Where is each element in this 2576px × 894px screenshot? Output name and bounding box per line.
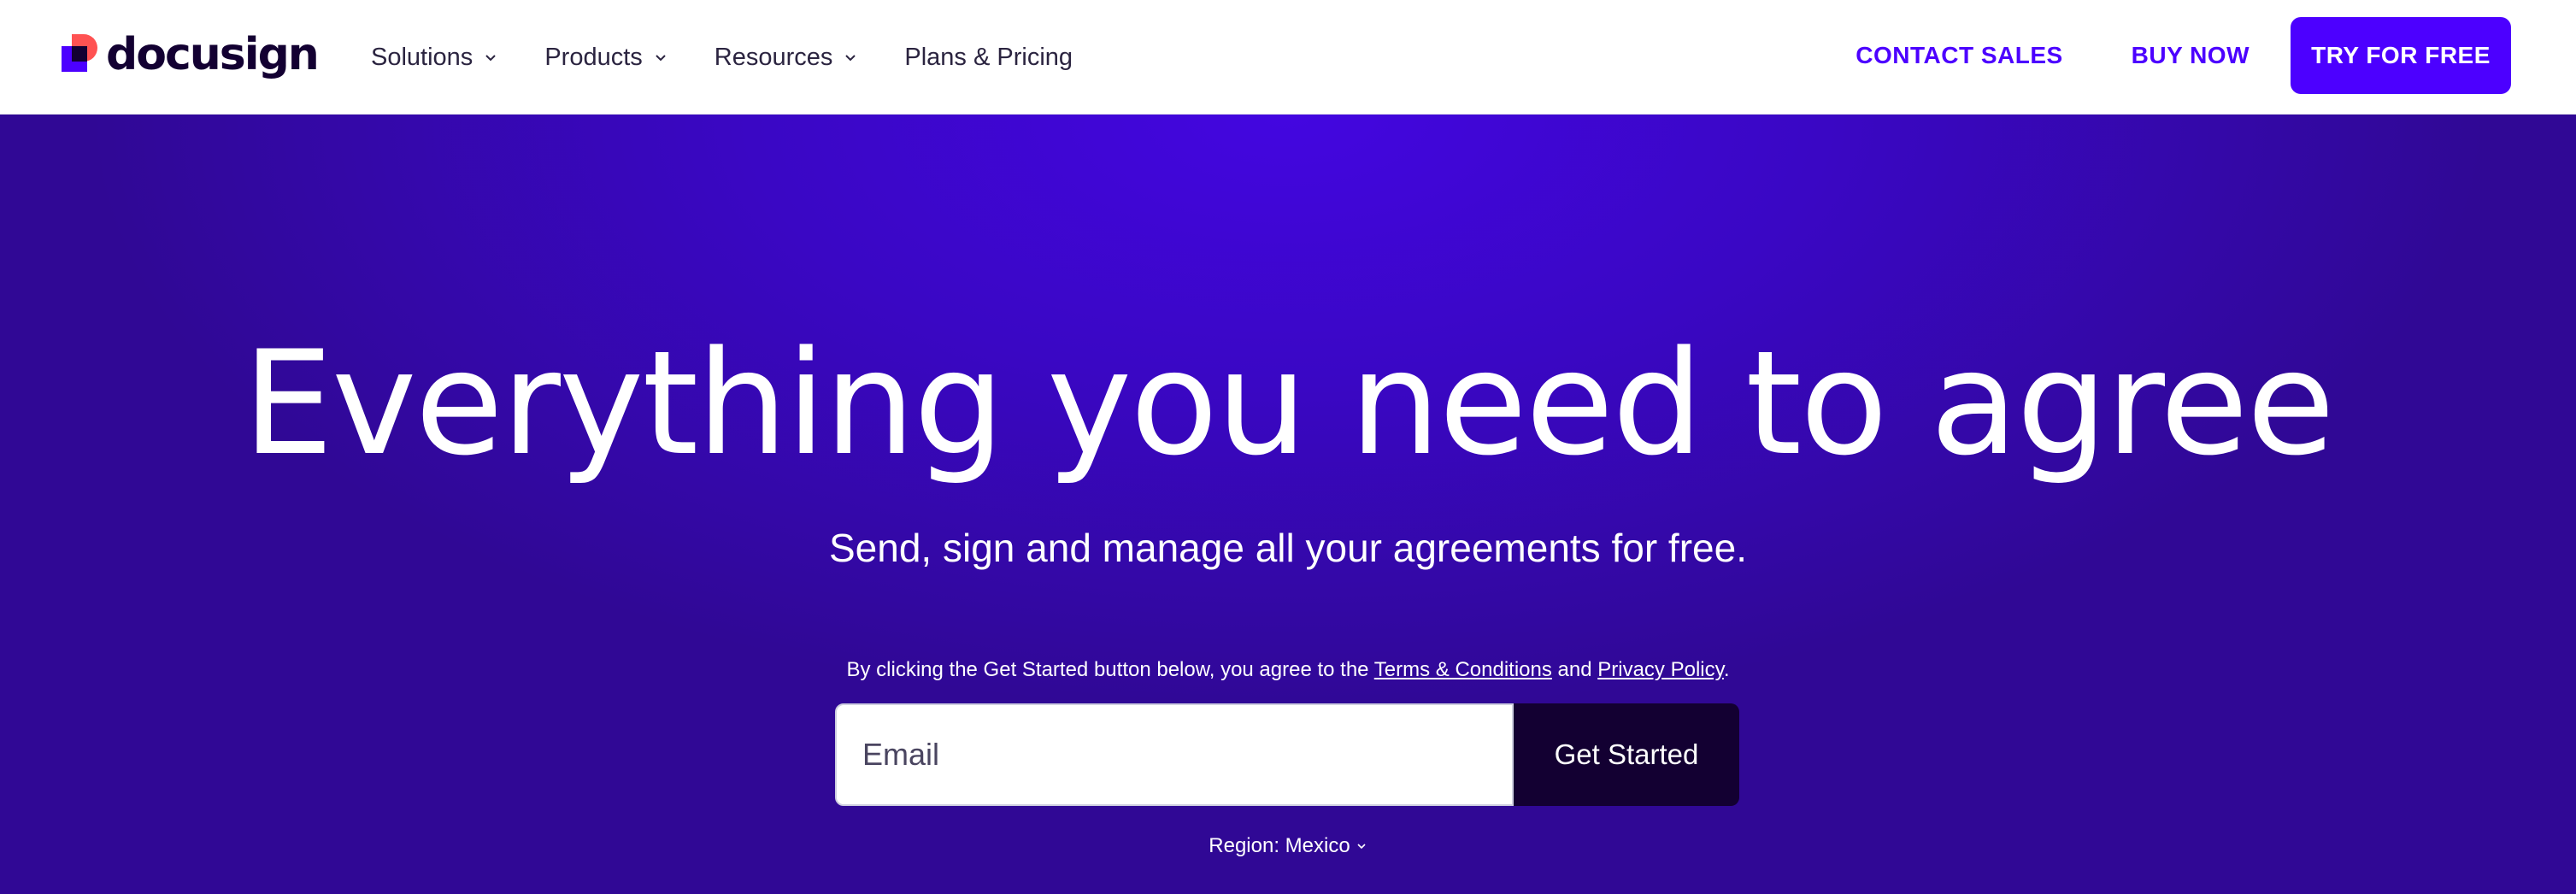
try-for-free-button[interactable]: TRY FOR FREE — [2291, 17, 2511, 94]
hero-subtitle: Send, sign and manage all your agreement… — [829, 526, 1747, 570]
signup-form: Get Started — [835, 703, 1739, 806]
chevron-down-icon — [656, 55, 666, 62]
consent-middle: and — [1551, 658, 1598, 681]
get-started-button[interactable]: Get Started — [1514, 703, 1739, 806]
nav-item-plans-pricing[interactable]: Plans & Pricing — [904, 44, 1073, 72]
hero-section: Everything you need to agree Send, sign … — [0, 115, 2576, 894]
region-label: Region: Mexico — [1209, 834, 1350, 857]
privacy-link[interactable]: Privacy Policy — [1597, 658, 1724, 681]
main-nav: Solutions Products Resources Plans & Pri… — [371, 0, 1119, 115]
region-selector-row: Region: Mexico — [0, 834, 2576, 858]
hero-title: Everything you need to agree — [242, 320, 2335, 487]
contact-sales-link[interactable]: CONTACT SALES — [1856, 42, 2062, 69]
nav-item-label: Products — [544, 43, 643, 71]
consent-text: By clicking the Get Started button below… — [0, 658, 2576, 682]
docusign-logo[interactable]: docusign — [62, 29, 320, 80]
nav-item-products[interactable]: Products — [544, 44, 668, 72]
site-header: docusign Solutions Products Resources Pl… — [0, 0, 2576, 115]
consent-suffix: . — [1723, 658, 1730, 681]
nav-item-label: Solutions — [371, 43, 473, 71]
nav-item-resources[interactable]: Resources — [715, 44, 859, 72]
nav-item-solutions[interactable]: Solutions — [371, 44, 498, 72]
region-selector[interactable]: Region: Mexico — [1209, 834, 1367, 858]
terms-link[interactable]: Terms & Conditions — [1374, 658, 1552, 681]
consent-prefix: By clicking the Get Started button below… — [846, 658, 1374, 681]
email-input[interactable] — [835, 703, 1514, 806]
chevron-down-icon — [1357, 844, 1366, 850]
logo-wordmark: docusign — [106, 29, 320, 80]
nav-item-label: Resources — [714, 43, 833, 71]
chevron-down-icon — [485, 55, 497, 62]
chevron-down-icon — [845, 55, 856, 62]
header-actions: CONTACT SALES BUY NOW TRY FOR FREE — [1856, 17, 2511, 94]
nav-item-label: Plans & Pricing — [904, 43, 1073, 71]
docusign-logo-icon — [62, 34, 99, 75]
buy-now-link[interactable]: BUY NOW — [2132, 42, 2250, 69]
